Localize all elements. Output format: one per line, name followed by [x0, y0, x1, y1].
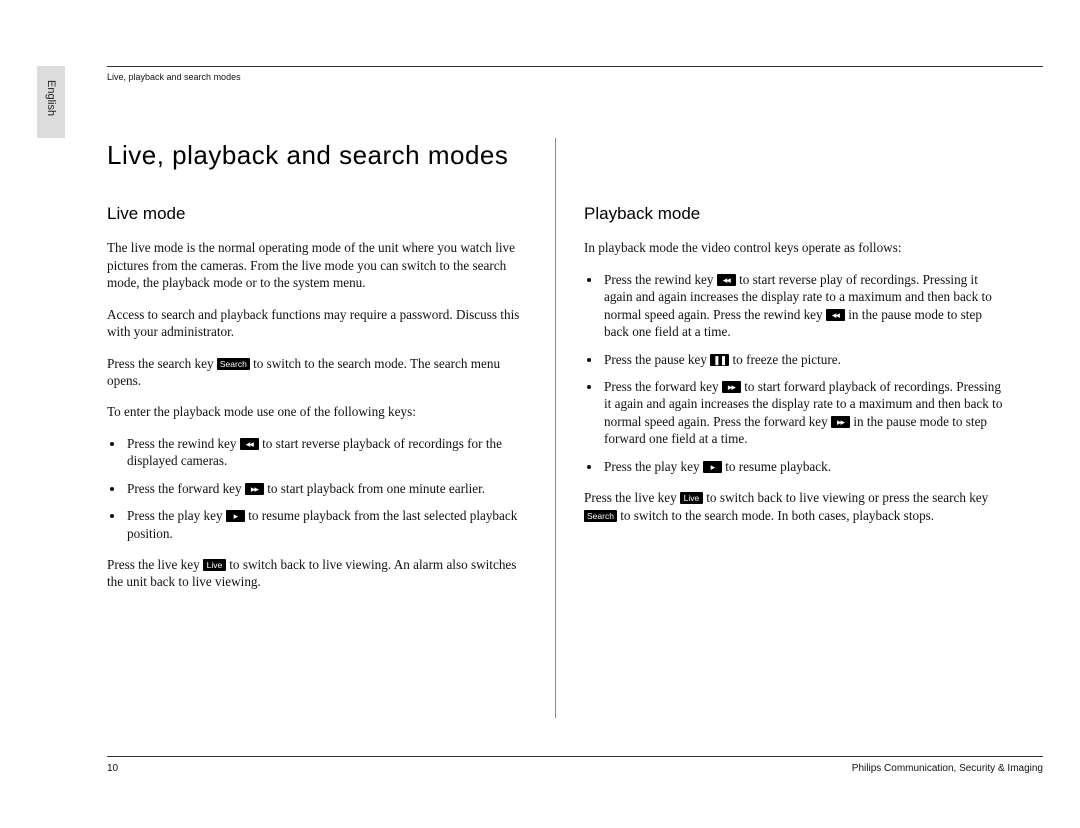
column-left: Live mode The live mode is the normal op… — [107, 203, 555, 718]
forward-key-icon: ▸▸ — [245, 483, 264, 495]
page-footer: 10 Philips Communication, Security & Ima… — [107, 756, 1043, 774]
rewind-key-icon: ◂◂ — [717, 274, 736, 286]
forward-key-icon: ▸▸ — [831, 416, 850, 428]
section-heading-live: Live mode — [107, 203, 527, 225]
page-number: 10 — [107, 763, 118, 774]
language-tab: English — [37, 66, 65, 138]
paragraph: In playback mode the video control keys … — [584, 239, 1004, 256]
running-header: Live, playback and search modes — [107, 72, 241, 82]
search-key-icon: Search — [217, 358, 250, 370]
section-heading-playback: Playback mode — [584, 203, 1004, 225]
paragraph: Press the search key Search to switch to… — [107, 355, 527, 390]
play-key-icon: ▸ — [703, 461, 722, 473]
live-key-icon: Live — [203, 559, 226, 571]
bullet-list: Press the rewind key ◂◂ to start reverse… — [107, 435, 527, 542]
bullet-list: Press the rewind key ◂◂ to start reverse… — [584, 271, 1004, 475]
list-item: Press the forward key ▸▸ to start forwar… — [602, 378, 1004, 448]
paragraph: Press the live key Live to switch back t… — [584, 489, 1004, 524]
paragraph: Access to search and playback functions … — [107, 306, 527, 341]
list-item: Press the rewind key ◂◂ to start reverse… — [602, 271, 1004, 341]
paragraph: The live mode is the normal operating mo… — [107, 239, 527, 291]
language-label: English — [45, 80, 57, 116]
paragraph: To enter the playback mode use one of th… — [107, 403, 527, 420]
footer-publisher: Philips Communication, Security & Imagin… — [852, 763, 1043, 774]
list-item: Press the forward key ▸▸ to start playba… — [125, 480, 527, 497]
search-key-icon: Search — [584, 510, 617, 522]
rewind-key-icon: ◂◂ — [240, 438, 259, 450]
list-item: Press the play key ▸ to resume playback. — [602, 458, 1004, 475]
paragraph: Press the live key Live to switch back t… — [107, 556, 527, 591]
manual-page: English Live, playback and search modes … — [0, 0, 1080, 828]
column-right: Playback mode In playback mode the video… — [556, 203, 1004, 718]
list-item: Press the rewind key ◂◂ to start reverse… — [125, 435, 527, 470]
play-key-icon: ▸ — [226, 510, 245, 522]
header-rule — [107, 66, 1043, 67]
list-item: Press the play key ▸ to resume playback … — [125, 507, 527, 542]
rewind-key-icon: ◂◂ — [826, 309, 845, 321]
pause-key-icon: ❚❚ — [710, 354, 729, 366]
content-columns: Live mode The live mode is the normal op… — [107, 203, 1004, 718]
list-item: Press the pause key ❚❚ to freeze the pic… — [602, 351, 1004, 368]
page-title: Live, playback and search modes — [107, 140, 508, 171]
forward-key-icon: ▸▸ — [722, 381, 741, 393]
live-key-icon: Live — [680, 492, 703, 504]
